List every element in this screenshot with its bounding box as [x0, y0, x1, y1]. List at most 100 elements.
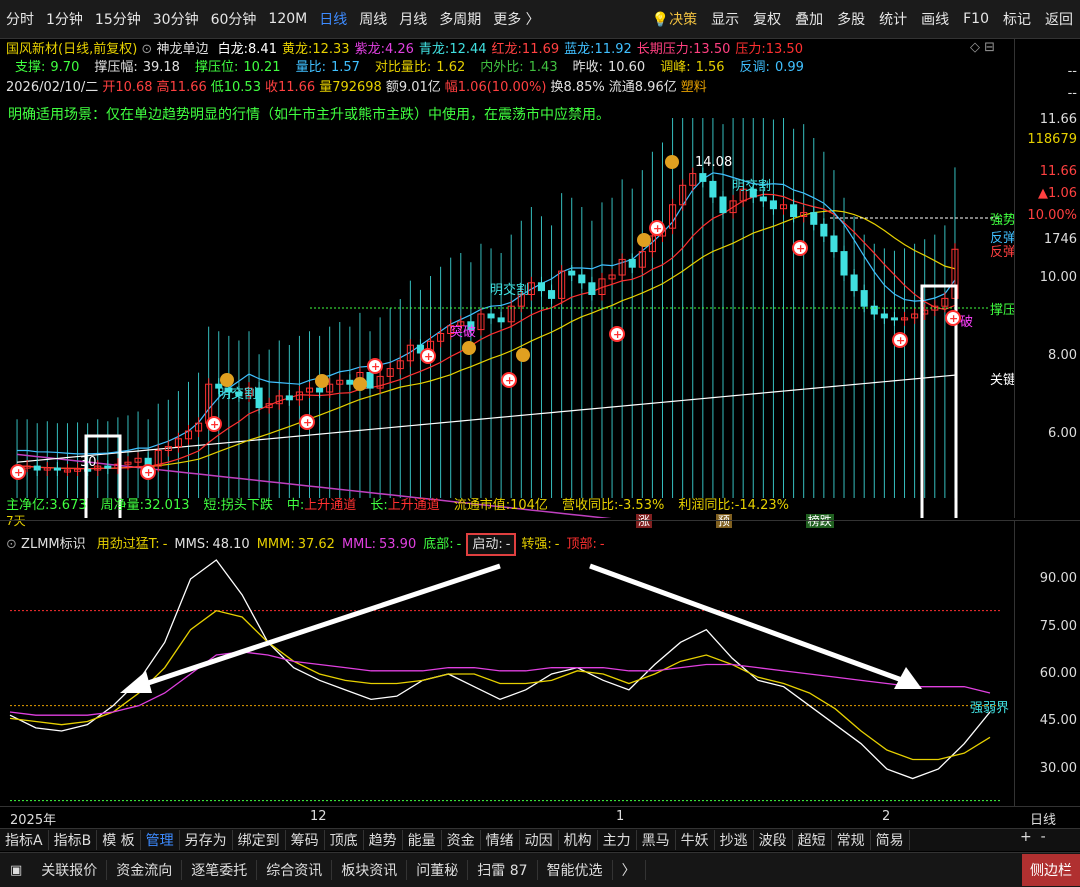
candle-body — [548, 290, 556, 299]
quote-field-2: 高11.66 — [156, 80, 207, 95]
toolbar-button-6[interactable]: 画线 — [914, 9, 956, 29]
bottom-bar-button-6[interactable]: 扫雷 87 — [468, 860, 538, 880]
indicator-plot[interactable] — [0, 521, 1014, 807]
indicator-tab-8[interactable]: 趋势 — [364, 830, 403, 850]
indicator-tab-19[interactable]: 超短 — [793, 830, 832, 850]
header-row2-4: 对比量比: 1.62 — [374, 60, 466, 75]
bottom-bar-button-3[interactable]: 综合资讯 — [257, 860, 333, 880]
toolbar-button-5[interactable]: 统计 — [872, 9, 914, 29]
candle-body — [346, 379, 354, 385]
time-axis: 2025年 12 1 2 日线 — [0, 806, 1080, 829]
collapse-icon[interactable]: ⊙ — [141, 42, 152, 57]
menu-icon[interactable]: ▣ — [0, 863, 32, 878]
indicator-tab-4[interactable]: 另存为 — [180, 830, 233, 850]
indicator-tab-15[interactable]: 黑马 — [637, 830, 676, 850]
bottom-bar-button-8[interactable]: 〉 — [613, 860, 646, 880]
header-row-1: 国风新材(日线,前复权) ⊙ 神龙单边 白龙:8.41 黄龙:12.33 紫龙:4.… — [6, 38, 803, 57]
stock-name: 国风新材(日线,前复权) — [6, 42, 138, 57]
period-label[interactable]: 日线 — [1030, 809, 1056, 828]
indicator-tab-17[interactable]: 抄逃 — [715, 830, 754, 850]
indicator-panel[interactable]: ⊙ ZLMM标识 用劲过猛T: - MMS: 48.10 MMM: 37.62 MML: 53… — [0, 520, 1080, 807]
indicator-tab-16[interactable]: 牛妖 — [676, 830, 715, 850]
indicator-tab-21[interactable]: 简易 — [871, 830, 910, 850]
indicator-tab-10[interactable]: 资金 — [442, 830, 481, 850]
zoom-controls[interactable]: + - — [1020, 829, 1046, 845]
candle-body — [860, 290, 868, 307]
indicator-tab-7[interactable]: 顶底 — [325, 830, 364, 850]
indicator-tab-20[interactable]: 常规 — [832, 830, 871, 850]
period-tab-5[interactable]: 120M — [262, 11, 313, 27]
period-tabs: 分时 1分钟 15分钟 30分钟 60分钟 120M 日线 周线 月线 多周期 更多 〉 — [0, 9, 546, 29]
toolbar-button-1[interactable]: 显示 — [704, 9, 746, 29]
indicator-name: 神龙单边 — [156, 42, 209, 57]
fund-item-2: 短:拐头下跌 — [203, 498, 273, 513]
header-row-2: 支撑: 9.70 撑压幅: 39.18 撑压位: 10.21 量比: 1.57 对比量比: 1.6… — [10, 56, 814, 75]
header-items-1: 黄龙:12.33 — [281, 42, 350, 57]
ind-axis-60: 60.00 — [1039, 666, 1077, 681]
candle-body — [537, 282, 546, 292]
indicator-tab-6[interactable]: 筹码 — [286, 830, 325, 850]
indicator-tab-3[interactable]: 管理 — [141, 830, 180, 850]
toolbar-button-label: 返回 — [1045, 12, 1073, 28]
toolbar-button-9[interactable]: 返回 — [1038, 9, 1080, 29]
period-tab-8[interactable]: 月线 — [393, 9, 433, 29]
indicator-tab-11[interactable]: 情绪 — [481, 830, 520, 850]
candle-body — [870, 305, 878, 315]
indicator-tab-14[interactable]: 主力 — [598, 830, 637, 850]
label-ming-jiaoge-2: 明交割 — [490, 282, 529, 298]
toolbar-button-7[interactable]: F10 — [956, 11, 996, 27]
kline-chart[interactable]: 国风新材(日线,前复权) ⊙ 神龙单边 白龙:8.41 黄龙:12.33 紫龙:4.… — [0, 38, 1014, 528]
ind-axis-30: 30.00 — [1039, 761, 1077, 776]
buy-signal-plus: + — [144, 466, 153, 479]
period-tab-2[interactable]: 15分钟 — [89, 9, 147, 29]
header-row2-8: 反调: 0.99 — [739, 60, 804, 75]
toolbar-right: 💡决策 显示 复权 叠加 多股 统计 画线 F10 标记 返回 — [645, 9, 1080, 29]
arrow-left-shaft — [129, 563, 501, 692]
toolbar-button-3[interactable]: 叠加 — [788, 9, 830, 29]
toolbar-button-4[interactable]: 多股 — [830, 9, 872, 29]
price-axis-10: 10.00 — [1039, 270, 1077, 285]
label-po: 破 — [960, 315, 973, 330]
period-tab-10[interactable]: 更多 〉 — [487, 9, 545, 29]
bottom-bar-button-7[interactable]: 智能优选 — [538, 860, 613, 880]
indicator-tab-1[interactable]: 指标B — [49, 830, 98, 850]
kline-plot[interactable]: 14.0830明交割明交割明交割突破強势反弹反弹撑压关键破+ ++ ++++++++… — [0, 118, 1014, 518]
quote-field-0: 2026/02/10/二 — [6, 80, 99, 95]
bottom-bar-button-0[interactable]: 关联报价 — [32, 860, 108, 880]
buy-signal-plus: + — [14, 466, 23, 479]
candle-body — [588, 282, 596, 296]
indicator-tab-2[interactable]: 模 板 — [97, 830, 141, 850]
indicator-tab-13[interactable]: 机构 — [559, 830, 598, 850]
indicator-tab-9[interactable]: 能量 — [403, 830, 442, 850]
toolbar-button-0[interactable]: 💡决策 — [645, 9, 704, 29]
toolbar-button-8[interactable]: 标记 — [996, 9, 1038, 29]
buy-signal-plus: + — [796, 242, 805, 255]
gold-hat-icon — [315, 374, 329, 388]
candle-body — [830, 235, 838, 253]
bottom-bar-button-1[interactable]: 资金流向 — [107, 860, 183, 880]
period-tab-1[interactable]: 1分钟 — [40, 9, 89, 29]
period-tab-0[interactable]: 分时 — [0, 9, 40, 29]
toolbar-button-2[interactable]: 复权 — [746, 9, 788, 29]
red-dragon-line — [17, 193, 956, 470]
diamond-icon[interactable]: ◇ ⊟ — [970, 40, 995, 55]
period-tab-6[interactable]: 日线 — [313, 9, 353, 29]
indicator-tab-5[interactable]: 绑定到 — [233, 830, 286, 850]
period-tab-3[interactable]: 30分钟 — [147, 9, 205, 29]
period-tab-7[interactable]: 周线 — [353, 9, 393, 29]
indicator-axis: 90.00 75.00 60.00 45.00 30.00 — [1014, 521, 1080, 807]
indicator-tab-0[interactable]: 指标A — [0, 830, 49, 850]
candle-body — [699, 173, 707, 182]
indicator-tab-18[interactable]: 波段 — [754, 830, 793, 850]
bottom-bar-button-2[interactable]: 逐笔委托 — [182, 860, 258, 880]
sidebar-button[interactable]: 侧边栏 — [1022, 854, 1080, 886]
period-tab-4[interactable]: 60分钟 — [205, 9, 263, 29]
bottom-bar-button-4[interactable]: 板块资讯 — [332, 860, 408, 880]
ind-axis-90: 90.00 — [1039, 571, 1077, 586]
indicator-tab-12[interactable]: 动因 — [520, 830, 559, 850]
buy-signal-plus: + — [949, 312, 958, 325]
price-value: 11.66 — [1039, 164, 1077, 179]
period-tab-9[interactable]: 多周期 — [433, 9, 487, 29]
bottom-bar-button-5[interactable]: 问董秘 — [407, 860, 469, 880]
header-row2-7: 调峰: 1.56 — [660, 60, 725, 75]
